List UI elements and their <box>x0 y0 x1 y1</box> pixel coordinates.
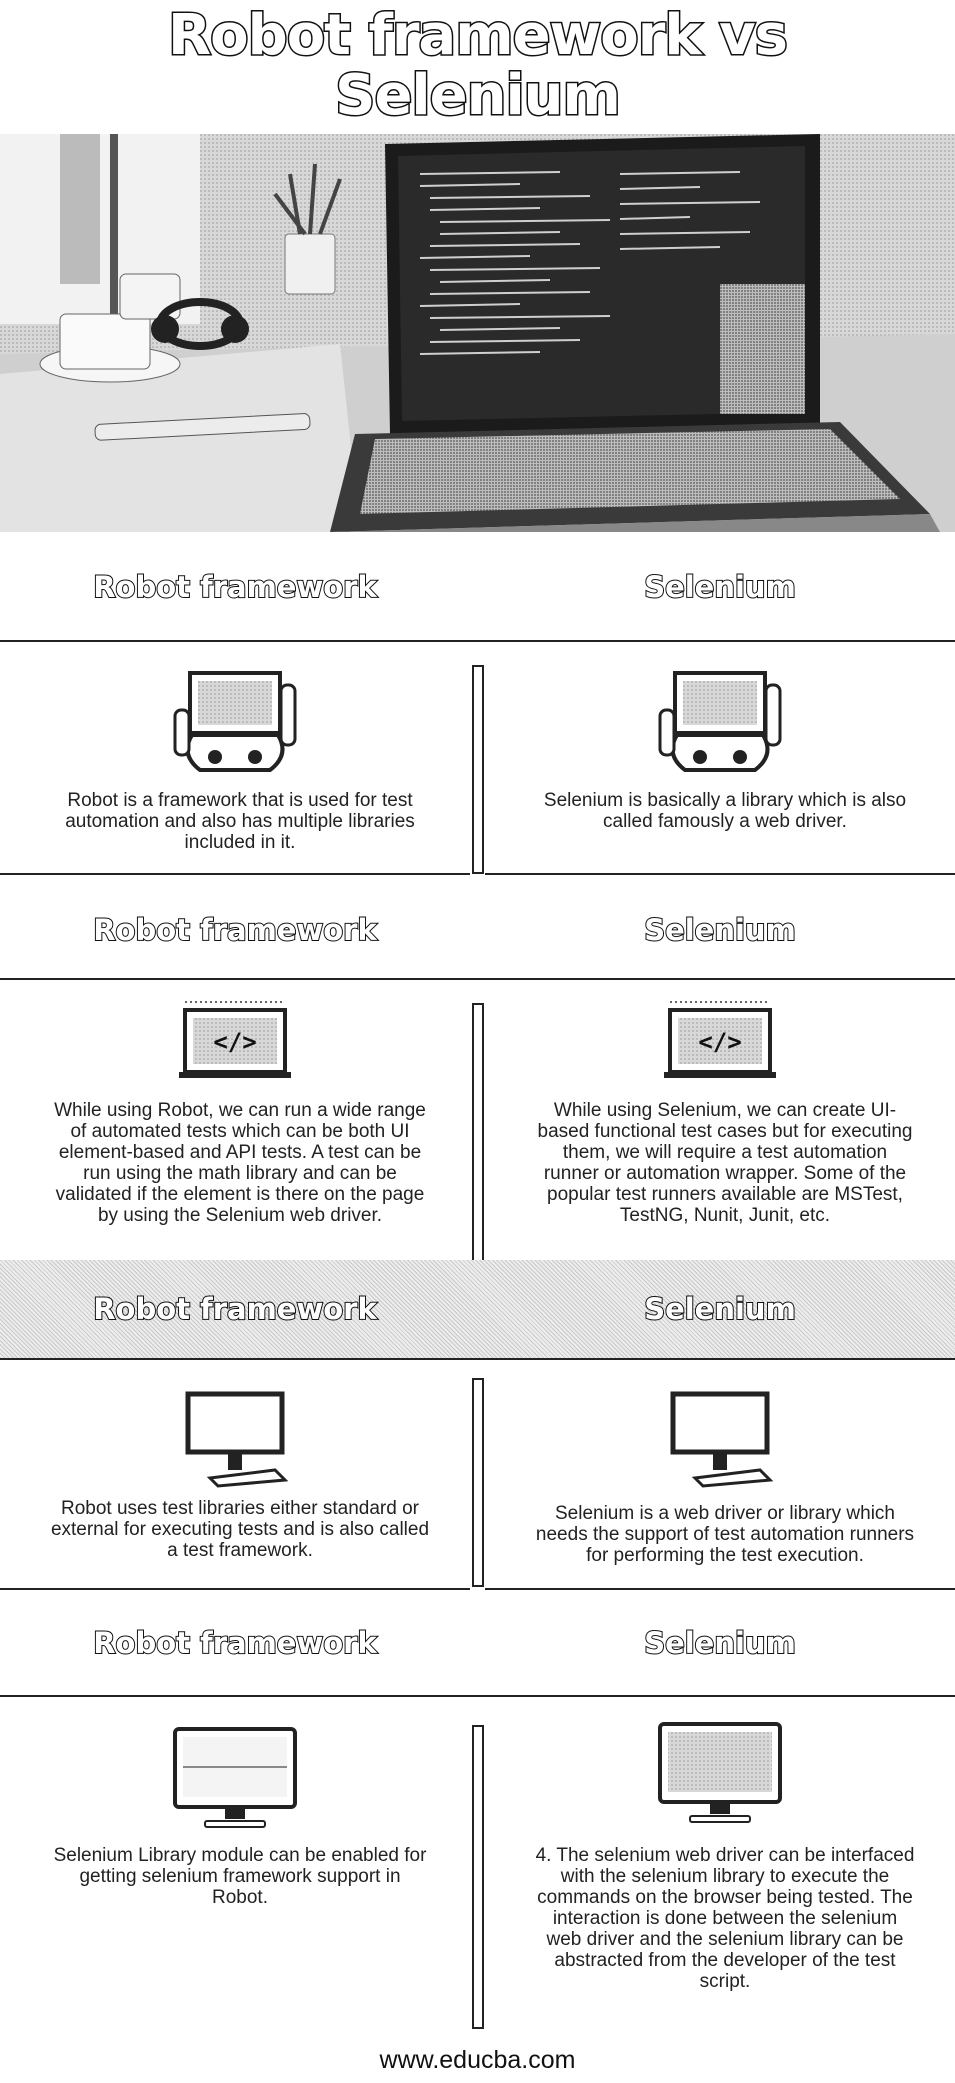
code-monitor-icon: </> <box>179 1001 291 1078</box>
comparison-header-1: Robot framework Selenium <box>0 532 955 642</box>
column-divider <box>472 665 484 874</box>
robot-framework-description: While using Robot, we can run a wide ran… <box>54 1100 426 1226</box>
robot-laptop-icon <box>658 671 782 772</box>
selenium-description: 4. The selenium web driver can be interf… <box>535 1845 915 1992</box>
selenium-description: Selenium is basically a library which is… <box>543 790 907 832</box>
desktop-computer-icon <box>670 1391 774 1488</box>
robot-laptop-icon <box>173 671 297 772</box>
svg-text:</>: </> <box>698 1028 741 1056</box>
selenium-heading: Selenium <box>643 1291 797 1327</box>
selenium-heading: Selenium <box>643 1625 797 1661</box>
imac-monitor-icon <box>173 1727 297 1828</box>
comparison-row-2: </> While using Robot, we can run a wide… <box>0 978 955 1262</box>
desktop-computer-icon <box>185 1391 289 1488</box>
page-title: Robot framework vs Selenium <box>0 3 955 128</box>
column-divider <box>472 1725 484 2029</box>
comparison-header-3: Robot framework Selenium <box>0 1260 955 1358</box>
comparison-row-1: Robot is a framework that is used for te… <box>0 640 955 875</box>
robot-framework-heading: Robot framework <box>92 912 378 948</box>
robot-framework-cell: Robot is a framework that is used for te… <box>0 640 470 875</box>
title-line-2: Selenium <box>334 63 623 128</box>
svg-text:</>: </> <box>213 1028 256 1056</box>
robot-framework-heading: Robot framework <box>92 569 378 605</box>
comparison-row-3: Robot uses test libraries either standar… <box>0 1358 955 1590</box>
site-url[interactable]: www.educba.com <box>0 2046 955 2075</box>
robot-framework-description: Robot uses test libraries either standar… <box>50 1498 430 1561</box>
robot-framework-description: Selenium Library module can be enabled f… <box>53 1845 427 1908</box>
comparison-header-4: Robot framework Selenium <box>0 1590 955 1695</box>
comparison-header-2: Robot framework Selenium <box>0 875 955 985</box>
selenium-description: While using Selenium, we can create UI-b… <box>537 1100 913 1226</box>
title-line-1: Robot framework vs <box>167 3 790 68</box>
selenium-heading: Selenium <box>643 569 797 605</box>
selenium-cell: Selenium is basically a library which is… <box>485 640 955 875</box>
column-divider <box>472 1003 484 1262</box>
code-monitor-icon: </> <box>664 1001 776 1078</box>
selenium-description: Selenium is a web driver or library whic… <box>535 1503 915 1566</box>
selenium-heading: Selenium <box>643 912 797 948</box>
robot-framework-cell: </> While using Robot, we can run a wide… <box>0 978 470 1260</box>
imac-monitor-icon <box>658 1722 782 1823</box>
selenium-cell: </> While using Selenium, we can create … <box>485 978 955 1260</box>
robot-framework-cell: Robot uses test libraries either standar… <box>0 1358 470 1590</box>
selenium-cell: Selenium is a web driver or library whic… <box>485 1358 955 1590</box>
column-divider <box>472 1378 484 1587</box>
laptop-desk-illustration <box>0 134 955 532</box>
robot-framework-description: Robot is a framework that is used for te… <box>65 790 415 853</box>
robot-framework-heading: Robot framework <box>92 1625 378 1661</box>
robot-framework-heading: Robot framework <box>92 1291 378 1327</box>
hero-image <box>0 134 955 532</box>
comparison-row-4: Selenium Library module can be enabled f… <box>0 1695 955 2040</box>
selenium-cell: 4. The selenium web driver can be interf… <box>485 1695 955 2040</box>
robot-framework-cell: Selenium Library module can be enabled f… <box>0 1695 470 2040</box>
